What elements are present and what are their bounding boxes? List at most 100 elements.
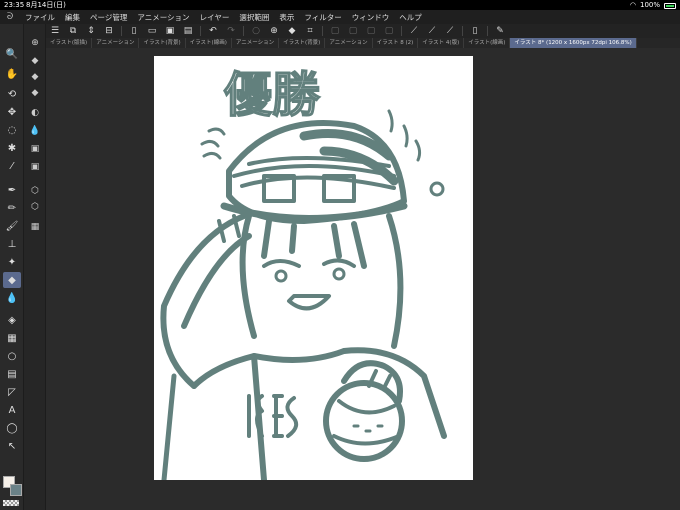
transform-icon[interactable]: ⊕ [267, 25, 281, 37]
eraser-icon[interactable]: ◆ [3, 272, 21, 288]
deselect-icon[interactable]: ▢ [346, 25, 360, 37]
pen-icon[interactable]: ✒ [3, 182, 21, 198]
battery-percent: 100% [639, 1, 660, 9]
copy-icon[interactable]: ▤ [181, 25, 195, 37]
wifi-icon: ◠ [629, 1, 636, 9]
doc-tab[interactable]: イラスト(背景) [139, 38, 186, 48]
crop-icon[interactable]: ⌗ [303, 25, 317, 37]
tool-palette: 🔍 ✋ ⟲ ✥ ◌ ✱ ⁄ ✒ ✏ 🖌 ⊥ ✦ ◆ 💧 ◈ ▦ ○ ▤ ◸ A … [0, 24, 24, 510]
sub-tool-palette: ⊕ ◆ ◆ ◆ ◐ 💧 ▣ ▣ ⬡ ⬡ ▦ [24, 24, 46, 510]
menu-help[interactable]: ヘルプ [394, 12, 427, 23]
move-icon[interactable]: ✥ [3, 104, 21, 120]
command-bar: ☰ ⧉ ⇕ ⊟ ▯ ▭ ▣ ▤ ↶ ↷ ○ ⊕ ◆ ⌗ ▢ ▢ ▢ ▢ ⟋ ⟋ … [46, 24, 680, 38]
app-icon[interactable]: ᘐ [0, 12, 20, 22]
menu-edit[interactable]: 編集 [60, 12, 85, 23]
new-file-icon[interactable]: ⧉ [66, 25, 80, 37]
special-ruler-icon[interactable]: ⟋ [425, 25, 439, 37]
pencil-icon[interactable]: ✏ [3, 200, 21, 216]
fill-icon[interactable]: ◆ [285, 25, 299, 37]
airbrush-icon[interactable]: ⊥ [3, 236, 21, 252]
canvas-title-text: 優勝 [224, 67, 320, 123]
blend-icon[interactable]: 💧 [3, 290, 21, 306]
doc-tab[interactable]: アニメーション [325, 38, 373, 48]
clear-icon[interactable]: ○ [249, 25, 263, 37]
menu-layer[interactable]: レイヤー [195, 12, 235, 23]
magic-wand-icon[interactable]: ✱ [3, 140, 21, 156]
figure-icon[interactable]: ○ [3, 348, 21, 364]
smartphone-icon[interactable]: ▯ [468, 25, 482, 37]
menu-view[interactable]: 表示 [274, 12, 299, 23]
battery-icon [664, 3, 676, 9]
transparent-color-swatch[interactable] [3, 500, 19, 506]
zoom-icon[interactable]: 🔍 [3, 46, 21, 62]
menu-filter[interactable]: フィルター [299, 12, 346, 23]
doc-tab[interactable]: イラスト(線画) [186, 38, 232, 48]
hand-icon[interactable]: ✋ [3, 66, 21, 82]
sub-color-swatch[interactable] [10, 484, 22, 496]
doc-tab[interactable]: アニメーション [92, 38, 140, 48]
sub-grid-icon[interactable]: ▦ [28, 220, 42, 233]
status-bar: 23:35 8月14日(日) ◠ 100% [0, 0, 680, 10]
menu-file[interactable]: ファイル [20, 12, 60, 23]
select-all-icon[interactable]: ▢ [328, 25, 342, 37]
save-icon[interactable]: ▣ [163, 25, 177, 37]
doc-tab[interactable]: アニメーション [232, 38, 280, 48]
lasso-icon[interactable]: ◌ [3, 122, 21, 138]
invert-selection-icon[interactable]: ▢ [364, 25, 378, 37]
rotate-icon[interactable]: ⟲ [3, 86, 21, 102]
menu-window[interactable]: ウィンドウ [347, 12, 395, 23]
open-folder-icon[interactable]: ▭ [145, 25, 159, 37]
separator [200, 26, 201, 36]
menu-animation[interactable]: アニメーション [132, 12, 194, 23]
sub-eraser-icon[interactable]: ◆ [28, 86, 42, 99]
doc-tab[interactable]: イラスト 4(版) [418, 38, 465, 48]
status-time: 23:35 [4, 1, 25, 9]
separator [487, 26, 488, 36]
brush-icon[interactable]: 🖌 [3, 218, 21, 234]
undo-icon[interactable]: ↶ [206, 25, 220, 37]
doc-tab[interactable]: イラスト(版描) [46, 38, 93, 48]
sub-eraser-icon[interactable]: ◆ [28, 70, 42, 83]
ruler-snap-icon[interactable]: ⟋ [407, 25, 421, 37]
status-right: ◠ 100% [630, 0, 676, 10]
menu-page[interactable]: ページ管理 [85, 12, 132, 23]
frame-icon[interactable]: ▤ [3, 366, 21, 382]
decoration-icon[interactable]: ✦ [3, 254, 21, 270]
separator [462, 26, 463, 36]
redo-icon[interactable]: ↷ [224, 25, 238, 37]
hamburger-icon[interactable]: ☰ [48, 25, 62, 37]
text-icon[interactable]: A [3, 402, 21, 418]
document-tabs: イラスト(版描) アニメーション イラスト(背景) イラスト(線画) アニメーシ… [46, 38, 680, 48]
stepper-icon[interactable]: ⇕ [84, 25, 98, 37]
eyedropper-icon[interactable]: ⁄ [3, 158, 21, 174]
separator [243, 26, 244, 36]
sketch-drawing: 優勝 [160, 66, 447, 480]
settings-icon[interactable]: ✎ [493, 25, 507, 37]
doc-tab-active[interactable]: イラスト 8* (1200 x 1600px 72dpi 106.8%) [510, 38, 637, 48]
sub-cube-icon[interactable]: ⬡ [28, 184, 42, 197]
sub-water-icon[interactable]: 💧 [28, 124, 42, 137]
fill-bucket-icon[interactable]: ◈ [3, 312, 21, 328]
sub-eraser-icon[interactable]: ◆ [28, 54, 42, 67]
sub-layer-icon[interactable]: ▣ [28, 160, 42, 173]
separator [322, 26, 323, 36]
correct-line-icon[interactable]: ↖ [3, 438, 21, 454]
doc-tab[interactable]: イラスト(背景) [279, 38, 326, 48]
drawing-canvas[interactable]: 優勝 [154, 56, 473, 480]
menu-bar: ᘐ ファイル 編集 ページ管理 アニメーション レイヤー 選択範囲 表示 フィル… [0, 10, 680, 24]
doc-tab[interactable]: イラスト(線画) [464, 38, 511, 48]
ruler-icon[interactable]: ◸ [3, 384, 21, 400]
balloon-icon[interactable]: ◯ [3, 420, 21, 436]
selection-option-icon[interactable]: ▢ [382, 25, 396, 37]
grid-snap-icon[interactable]: ⟋ [443, 25, 457, 37]
sub-blend-icon[interactable]: ◐ [28, 106, 42, 119]
sub-zoom-icon[interactable]: ⊕ [28, 36, 42, 49]
gradient-icon[interactable]: ▦ [3, 330, 21, 346]
doc-tab[interactable]: イラスト 8 (2) [373, 38, 419, 48]
sub-cube-icon[interactable]: ⬡ [28, 200, 42, 213]
preview-icon[interactable]: ⊟ [102, 25, 116, 37]
sub-layer-icon[interactable]: ▣ [28, 142, 42, 155]
menu-selection[interactable]: 選択範囲 [234, 12, 274, 23]
separator [401, 26, 402, 36]
document-icon[interactable]: ▯ [127, 25, 141, 37]
